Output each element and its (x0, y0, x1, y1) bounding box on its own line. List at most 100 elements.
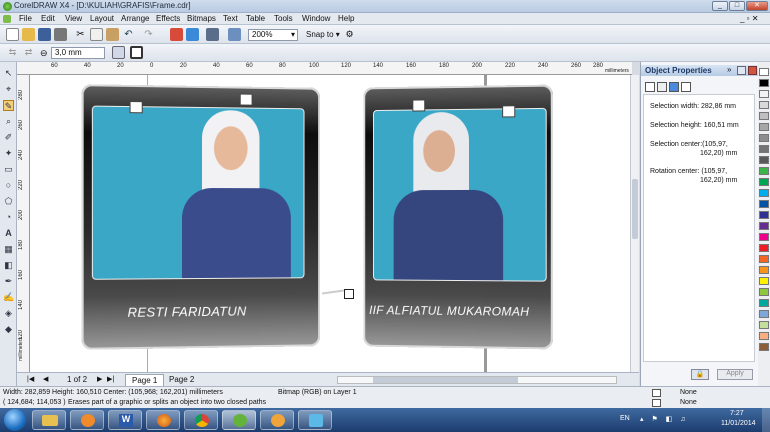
polygon-tool-icon[interactable]: ⬠ (3, 196, 14, 207)
color-swatch[interactable] (759, 211, 769, 219)
close-button[interactable]: ✕ (746, 1, 768, 11)
general-tab-icon[interactable] (681, 82, 691, 92)
smart-fill-icon[interactable]: ✦ (3, 148, 14, 159)
selection-handle[interactable] (344, 289, 354, 299)
options-icon[interactable]: ⚙ (343, 28, 356, 41)
color-swatch[interactable] (759, 134, 769, 142)
fill-tab-icon[interactable] (645, 82, 655, 92)
color-swatch[interactable] (759, 244, 769, 252)
tab-page-2[interactable]: Page 2 (163, 374, 200, 385)
app-orange-task-icon[interactable] (260, 410, 294, 430)
color-swatch[interactable] (759, 167, 769, 175)
menu-bitmaps[interactable]: Bitmaps (187, 14, 216, 23)
next-page-icon[interactable]: ▶ (97, 375, 102, 383)
summary-tab-icon[interactable] (669, 82, 679, 92)
clock-date[interactable]: 11/01/2014 (721, 420, 756, 427)
firefox-task-icon[interactable] (146, 410, 180, 430)
horizontal-scrollbar[interactable] (337, 376, 617, 384)
color-swatch[interactable] (759, 90, 769, 98)
undo-icon[interactable]: ↶ (122, 28, 135, 41)
first-page-icon[interactable]: |◀ (27, 375, 34, 383)
paste-icon[interactable] (106, 28, 119, 41)
color-swatch[interactable] (759, 123, 769, 131)
snap-to-dropdown[interactable]: Snap to ▾ (306, 30, 340, 39)
pick-tool-icon[interactable]: ↖ (3, 68, 14, 79)
photo-frame-left[interactable]: RESTI FARIDATUN (82, 84, 320, 350)
color-swatch[interactable] (759, 112, 769, 120)
color-swatch[interactable] (759, 288, 769, 296)
menu-layout[interactable]: Layout (90, 14, 114, 23)
ellipse-tool-icon[interactable]: ○ (3, 180, 14, 191)
table-tool-icon[interactable]: ▦ (3, 244, 14, 255)
color-swatch[interactable] (759, 233, 769, 241)
drawing-canvas[interactable]: RESTI FARIDATUN IIF ALFIATUL MUKAROMAH (30, 75, 630, 372)
text-tool-icon[interactable]: A (3, 228, 14, 239)
copy-icon[interactable] (90, 28, 103, 41)
menu-effects[interactable]: Effects (156, 14, 180, 23)
color-swatch[interactable] (759, 299, 769, 307)
zoom-tool-icon[interactable]: ⌕ (3, 116, 14, 127)
export-icon[interactable] (186, 28, 199, 41)
outline-tool-icon[interactable]: ✍ (3, 292, 14, 303)
welcome-icon[interactable] (228, 28, 241, 41)
color-swatch[interactable] (759, 79, 769, 87)
coreldraw-task-icon[interactable] (222, 410, 256, 430)
auto-reduce-icon[interactable] (112, 46, 125, 59)
explorer-task-icon[interactable] (32, 410, 66, 430)
app-launcher-icon[interactable] (206, 28, 219, 41)
prev-page-icon[interactable]: ◀ (43, 375, 48, 383)
save-icon[interactable] (38, 28, 51, 41)
color-swatch[interactable] (759, 222, 769, 230)
cut-icon[interactable]: ✂ (74, 28, 87, 41)
clock-time[interactable]: 7:27 (730, 410, 744, 417)
language-indicator[interactable]: EN (620, 415, 630, 422)
color-swatch[interactable] (759, 321, 769, 329)
outline-tab-icon[interactable] (657, 82, 667, 92)
color-swatch[interactable] (759, 145, 769, 153)
open-icon[interactable] (22, 28, 35, 41)
shape-tool-icon[interactable]: ⌖ (3, 84, 14, 95)
zoom-select[interactable]: 200% ▾ (248, 29, 298, 41)
color-swatch[interactable] (759, 101, 769, 109)
interactive-fill-icon[interactable]: ◆ (3, 324, 14, 335)
outline-width-input[interactable]: 3,0 mm (51, 47, 105, 59)
vertical-scrollbar[interactable] (630, 75, 639, 372)
maximize-button[interactable]: □ (729, 1, 745, 11)
print-icon[interactable] (54, 28, 67, 41)
photo-frame-right[interactable]: IIF ALFIATUL MUKAROMAH (363, 85, 553, 350)
redo-icon[interactable]: ↷ (142, 28, 155, 41)
menu-edit[interactable]: Edit (41, 14, 55, 23)
color-swatch[interactable] (759, 178, 769, 186)
eraser-tool-icon[interactable]: ✎ (3, 100, 14, 111)
menu-help[interactable]: Help (338, 14, 354, 23)
color-swatch[interactable] (759, 277, 769, 285)
word-task-icon[interactable]: W (108, 410, 142, 430)
minimize-button[interactable]: _ (712, 1, 728, 11)
scroll-thumb[interactable] (632, 179, 638, 239)
lock-icon[interactable]: 🔒 (691, 369, 709, 380)
color-swatch[interactable] (759, 200, 769, 208)
hscroll-thumb[interactable] (373, 377, 518, 383)
color-swatch[interactable] (759, 189, 769, 197)
menu-tools[interactable]: Tools (274, 14, 293, 23)
panel-min-icon[interactable] (737, 66, 746, 75)
menu-table[interactable]: Table (246, 14, 265, 23)
menu-view[interactable]: View (65, 14, 82, 23)
panel-expand-icon[interactable]: » (727, 65, 731, 74)
menu-arrange[interactable]: Arrange (121, 14, 149, 23)
color-swatch[interactable] (759, 156, 769, 164)
erase-mode-icon[interactable] (130, 46, 143, 59)
color-swatch[interactable] (759, 255, 769, 263)
panel-close-icon[interactable] (748, 66, 757, 75)
basic-shapes-icon[interactable]: ◔ (3, 212, 14, 223)
rectangle-tool-icon[interactable]: ▭ (3, 164, 14, 175)
interactive-tool-icon[interactable]: ◧ (3, 260, 14, 271)
color-swatch[interactable] (759, 343, 769, 351)
fill-tool-icon[interactable]: ◈ (3, 308, 14, 319)
color-swatch[interactable] (759, 332, 769, 340)
doc-window-controls[interactable]: _ ▫ ✕ (740, 14, 758, 23)
media-player-task-icon[interactable] (70, 410, 104, 430)
new-icon[interactable] (6, 28, 19, 41)
menu-window[interactable]: Window (302, 14, 330, 23)
last-page-icon[interactable]: ▶| (107, 375, 114, 383)
